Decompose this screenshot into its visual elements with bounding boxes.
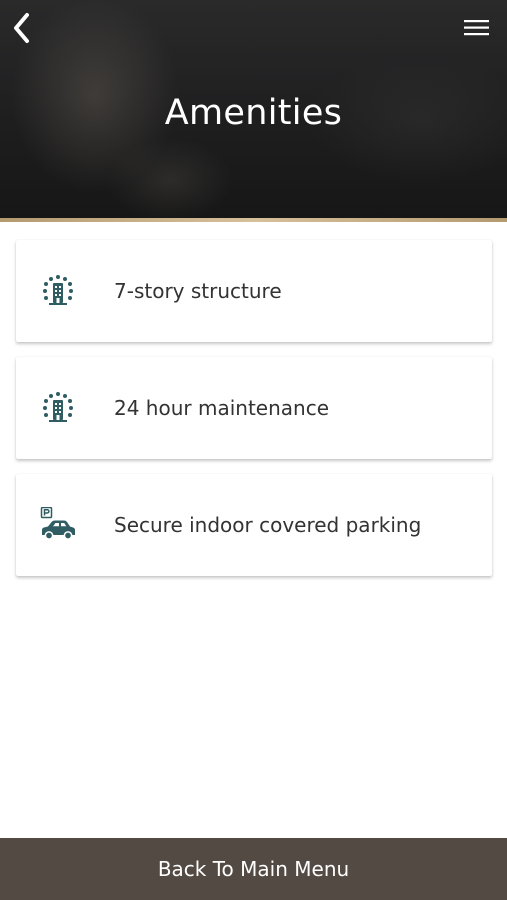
amenity-card-structure[interactable]: 7-story structure	[16, 240, 492, 342]
amenity-label: 7-story structure	[114, 279, 282, 303]
header-banner: Amenities	[0, 0, 507, 222]
chevron-left-icon	[14, 13, 29, 43]
page-title: Amenities	[164, 93, 343, 133]
amenity-label: 24 hour maintenance	[114, 396, 329, 420]
parking-car-icon	[40, 507, 75, 540]
hamburger-menu-icon	[464, 20, 489, 36]
amenity-card-maintenance[interactable]: 24 hour maintenance	[16, 357, 492, 459]
back-to-main-menu-button[interactable]: Back To Main Menu	[0, 838, 507, 900]
amenities-list: 7-story structure 24 hour maintenance Se…	[16, 240, 492, 591]
menu-button[interactable]	[461, 14, 493, 42]
building-icon	[43, 392, 73, 422]
amenity-card-parking[interactable]: Secure indoor covered parking	[16, 474, 492, 576]
building-icon	[43, 275, 73, 305]
amenity-label: Secure indoor covered parking	[114, 513, 422, 537]
back-button[interactable]	[8, 10, 38, 46]
